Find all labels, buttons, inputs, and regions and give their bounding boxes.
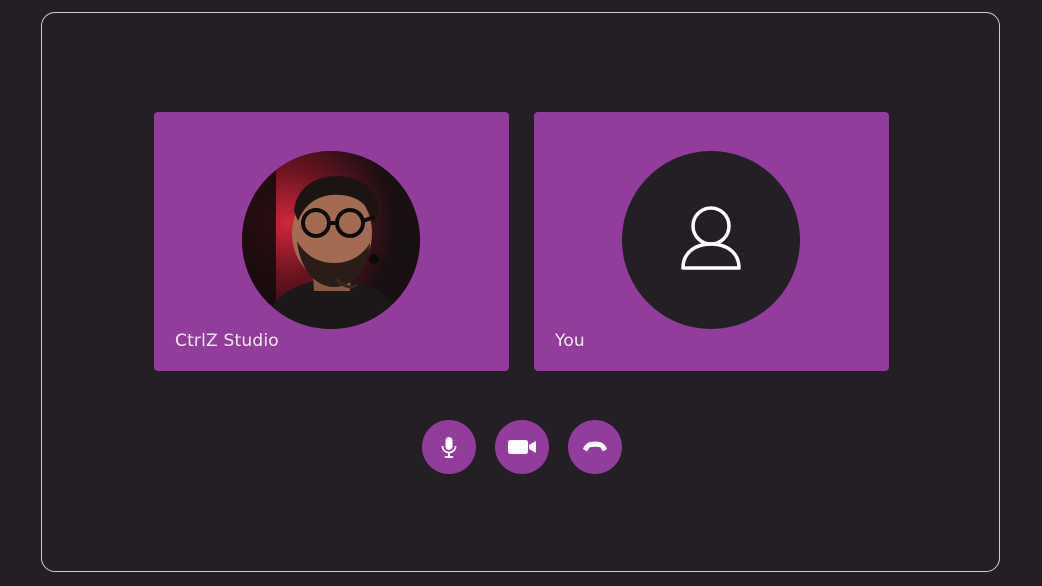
- end-call-icon: [583, 441, 607, 452]
- video-camera-icon: [508, 440, 536, 454]
- participant-name: You: [555, 331, 585, 351]
- user-icon: [681, 206, 741, 270]
- participant-avatar-photo: [242, 151, 420, 329]
- call-controls: [422, 420, 622, 474]
- microphone-icon: [441, 437, 457, 458]
- participant-name: CtrlZ Studio: [175, 331, 279, 351]
- participant-tile-you: You: [534, 112, 889, 371]
- microphone-button[interactable]: [422, 420, 476, 474]
- end-call-button[interactable]: [568, 420, 622, 474]
- participant-avatar-placeholder: [622, 151, 800, 329]
- camera-button[interactable]: [495, 420, 549, 474]
- participant-tile-ctrlz-studio: CtrlZ Studio: [154, 112, 509, 371]
